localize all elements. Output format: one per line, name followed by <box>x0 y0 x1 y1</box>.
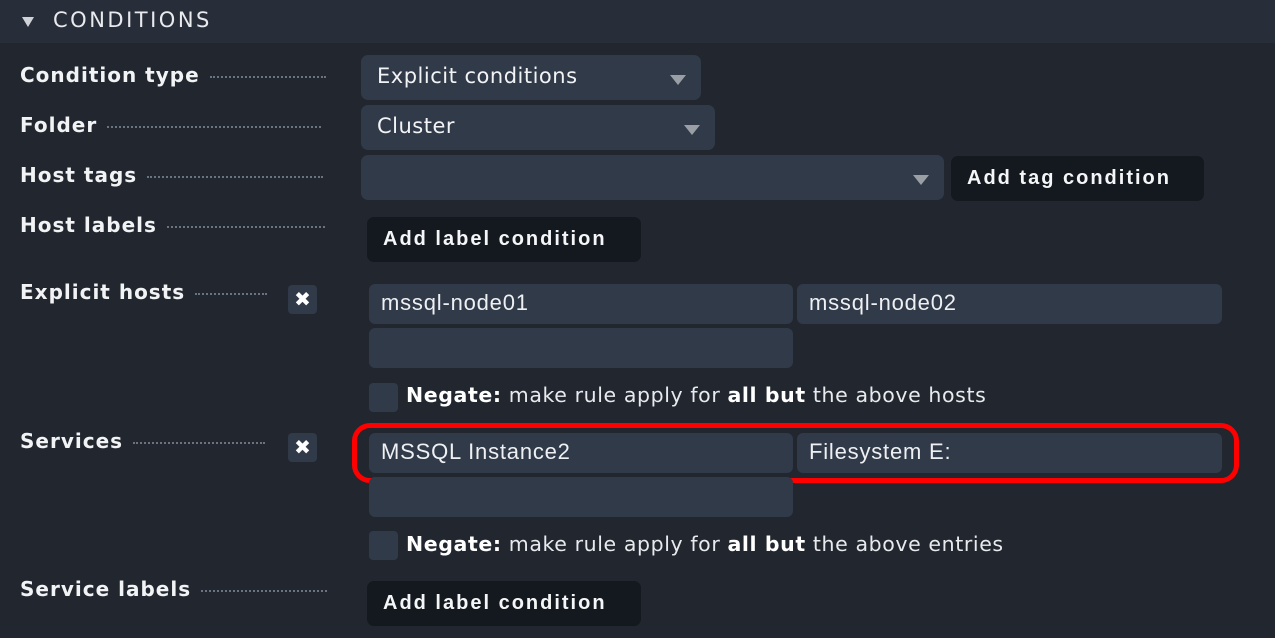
dropdown-arrow-icon <box>684 125 700 135</box>
folder-label: Folder <box>20 113 322 137</box>
close-x-icon: ✖ <box>294 287 311 311</box>
add-service-label-condition-button[interactable]: Add label condition <box>367 581 641 626</box>
explicit-hosts-label-text: Explicit hosts <box>20 280 186 304</box>
dropdown-arrow-icon <box>670 75 686 85</box>
service-input[interactable] <box>369 477 793 517</box>
folder-value: Cluster <box>377 114 456 138</box>
remove-services-button[interactable]: ✖ <box>288 433 317 462</box>
host-labels-label: Host labels <box>20 213 325 237</box>
host-labels-label-text: Host labels <box>20 213 157 237</box>
triangle-down-icon[interactable] <box>22 17 34 27</box>
negate-emphasis: all but <box>727 383 806 407</box>
dotted-leader <box>107 126 322 128</box>
section-title: CONDITIONS <box>53 8 212 32</box>
negate-text: the above entries <box>805 532 1004 556</box>
services-label-text: Services <box>20 429 124 453</box>
dotted-leader <box>147 176 324 178</box>
negate-text: make rule apply for <box>501 383 728 407</box>
condition-type-value: Explicit conditions <box>377 64 578 88</box>
services-label: Services <box>20 429 266 453</box>
host-tags-label-text: Host tags <box>20 163 138 187</box>
negate-hosts-checkbox[interactable] <box>369 383 398 412</box>
close-x-icon: ✖ <box>294 435 311 459</box>
negate-text: the above hosts <box>805 383 987 407</box>
condition-type-label-text: Condition type <box>20 63 200 87</box>
dotted-leader <box>166 226 325 228</box>
negate-prefix: Negate: <box>406 532 502 556</box>
dotted-leader <box>133 442 266 444</box>
negate-services-label: Negate: make rule apply for all but the … <box>406 532 1004 556</box>
dotted-leader <box>195 293 268 295</box>
highlight-annotation <box>352 423 1239 483</box>
service-labels-label: Service labels <box>20 577 328 601</box>
explicit-host-input[interactable] <box>369 328 793 368</box>
dotted-leader <box>209 76 326 78</box>
dropdown-arrow-icon <box>913 175 929 185</box>
explicit-hosts-label: Explicit hosts <box>20 280 268 304</box>
folder-select[interactable]: Cluster <box>361 105 715 150</box>
explicit-host-input[interactable]: mssql-node01 <box>369 284 793 324</box>
dotted-leader <box>201 590 328 592</box>
host-tags-select[interactable] <box>361 155 944 200</box>
folder-label-text: Folder <box>20 113 98 137</box>
add-host-label-condition-button[interactable]: Add label condition <box>367 217 641 262</box>
conditions-section-header[interactable]: CONDITIONS <box>0 0 1275 43</box>
negate-text: make rule apply for <box>501 532 728 556</box>
negate-services-checkbox[interactable] <box>369 531 398 560</box>
service-labels-label-text: Service labels <box>20 577 192 601</box>
host-tags-label: Host tags <box>20 163 324 187</box>
negate-prefix: Negate: <box>406 383 502 407</box>
negate-emphasis: all but <box>727 532 806 556</box>
add-tag-condition-button[interactable]: Add tag condition <box>951 156 1204 201</box>
negate-hosts-label: Negate: make rule apply for all but the … <box>406 383 986 407</box>
explicit-host-input[interactable]: mssql-node02 <box>797 284 1222 324</box>
condition-type-select[interactable]: Explicit conditions <box>361 55 701 100</box>
condition-type-label: Condition type <box>20 63 326 87</box>
remove-explicit-hosts-button[interactable]: ✖ <box>288 285 317 314</box>
